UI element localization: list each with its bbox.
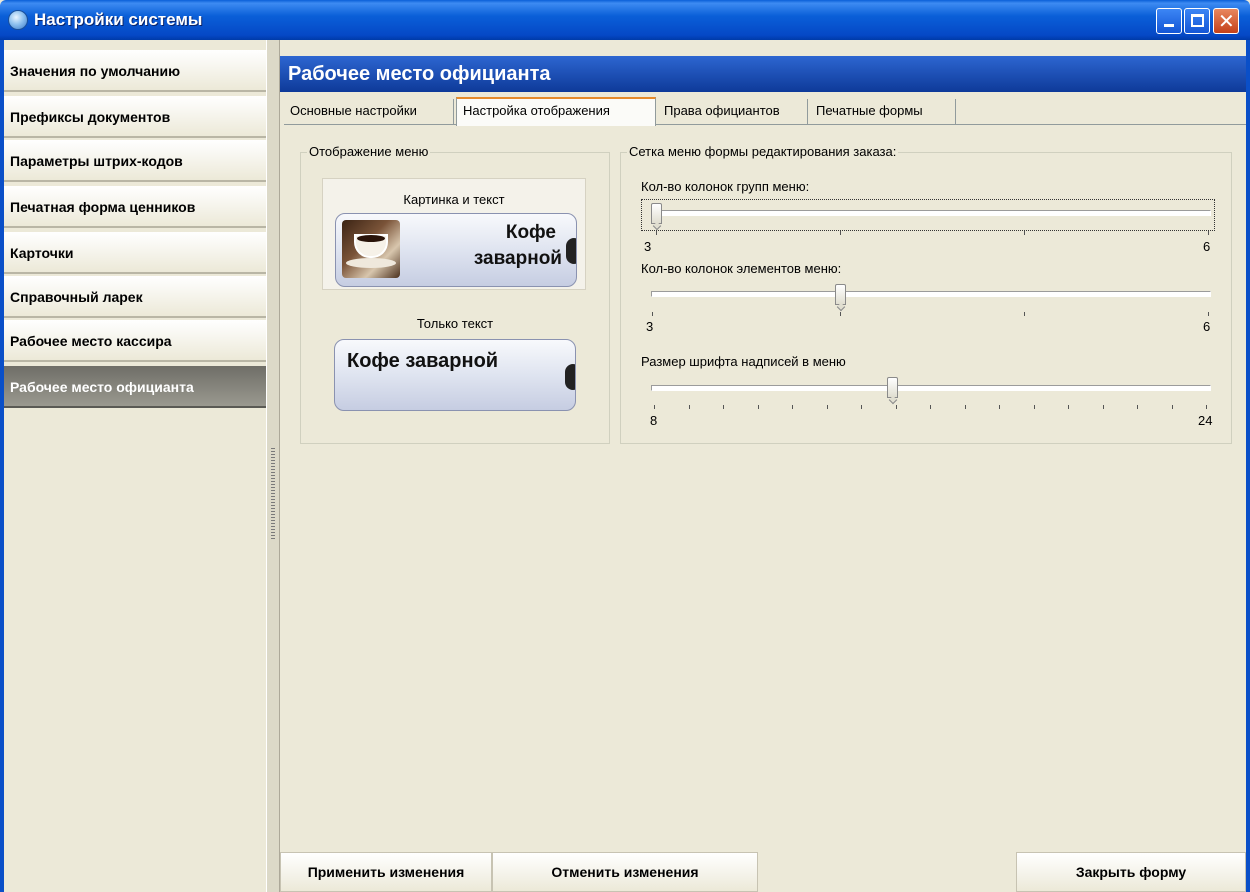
tick (826, 405, 828, 409)
splitter-grip-icon[interactable] (271, 448, 275, 540)
menu-display-group: Отображение меню Картинка и текст Кофе з… (300, 144, 610, 444)
main-panel: Рабочее место официанта Основные настрой… (280, 40, 1246, 892)
tab-general-settings[interactable]: Основные настройки (284, 99, 454, 125)
tick (964, 405, 966, 409)
font-size-min: 8 (650, 413, 658, 428)
tick (999, 405, 1000, 409)
tick (1033, 405, 1035, 409)
button-knob-icon (565, 364, 575, 390)
tick (792, 405, 793, 409)
sidebar-item-cashier-workplace[interactable]: Рабочее место кассира (4, 320, 266, 362)
close-window-button[interactable]: ✕ (1213, 8, 1239, 34)
cancel-changes-button[interactable]: Отменить изменения (492, 852, 758, 892)
tick (652, 312, 653, 316)
sidebar-item-document-prefixes[interactable]: Префиксы документов (4, 96, 266, 138)
text-only-option[interactable]: Кофе заварной (334, 339, 576, 411)
item-columns-track[interactable] (651, 291, 1211, 297)
tick (1024, 312, 1025, 316)
font-size-max: 24 (1198, 413, 1213, 428)
tick (1102, 405, 1104, 409)
tick (840, 231, 841, 235)
tab-bar: Основные настройки Настройка отображения… (284, 97, 1246, 126)
button-knob-icon (566, 238, 576, 264)
window-frame-right (1246, 40, 1250, 892)
tick (1024, 231, 1025, 235)
sidebar-item-info-kiosk[interactable]: Справочный ларек (4, 276, 266, 318)
item-columns-label: Кол-во колонок элементов меню: (641, 261, 842, 276)
tab-print-forms[interactable]: Печатные формы (810, 99, 956, 125)
apply-changes-button[interactable]: Применить изменения (280, 852, 492, 892)
menu-grid-group: Сетка меню формы редактирования заказа: … (620, 144, 1232, 444)
coffee-cup-image (342, 220, 400, 278)
tick (1206, 405, 1207, 409)
item-columns-min: 3 (646, 319, 654, 334)
group-columns-track[interactable] (651, 210, 1211, 216)
tick (757, 405, 759, 409)
picture-and-text-caption: Картинка и текст (403, 192, 505, 207)
tick (1068, 405, 1069, 409)
tick (688, 405, 690, 409)
menu-display-group-title: Отображение меню (307, 144, 431, 159)
group-columns-slider-thumb[interactable] (651, 203, 662, 224)
tab-waiter-rights[interactable]: Права официантов (658, 99, 808, 125)
maximize-button[interactable] (1184, 8, 1210, 34)
group-columns-max: 6 (1203, 239, 1211, 254)
page-title: Рабочее место официанта (280, 56, 1246, 92)
minimize-icon (1164, 24, 1174, 27)
panel-splitter[interactable] (266, 40, 280, 892)
picture-text-preview-button: Кофе заварной (335, 213, 577, 287)
sidebar-item-waiter-workplace[interactable]: Рабочее место официанта (4, 366, 266, 408)
window-titlebar[interactable]: Настройки системы ✕ (0, 0, 1250, 40)
picture-and-text-option[interactable]: Картинка и текст Кофе заварной (322, 178, 586, 290)
menu-grid-group-title: Сетка меню формы редактирования заказа: (627, 144, 899, 159)
tick (1208, 231, 1209, 235)
preview-button-line1: Кофе (505, 222, 556, 243)
sidebar-item-barcode-params[interactable]: Параметры штрих-кодов (4, 140, 266, 182)
item-columns-max: 6 (1203, 319, 1211, 334)
sidebar-item-cards[interactable]: Карточки (4, 232, 266, 274)
text-only-button-label: Кофе заварной (347, 350, 499, 372)
sidebar-item-defaults[interactable]: Значения по умолчанию (4, 50, 266, 92)
tick (1137, 405, 1138, 409)
tab-display-settings[interactable]: Настройка отображения (456, 97, 656, 126)
tick (840, 312, 841, 316)
tick (895, 405, 897, 409)
tick (654, 405, 655, 409)
tick (1171, 405, 1173, 409)
tick (723, 405, 724, 409)
close-form-button[interactable]: Закрыть форму (1016, 852, 1246, 892)
group-columns-label: Кол-во колонок групп меню: (641, 179, 810, 194)
window-title: Настройки системы (34, 10, 203, 29)
tick (1208, 312, 1209, 316)
preview-button-line2: заварной (473, 248, 562, 269)
sidebar: Значения по умолчанию Префиксы документо… (4, 50, 266, 892)
item-columns-slider-thumb[interactable] (835, 284, 846, 305)
close-icon: ✕ (1218, 9, 1235, 33)
sidebar-item-price-tag-form[interactable]: Печатная форма ценников (4, 186, 266, 228)
group-columns-min: 3 (644, 239, 652, 254)
tick (930, 405, 931, 409)
font-size-track[interactable] (651, 385, 1211, 391)
text-only-caption: Только текст (416, 316, 494, 331)
tick (861, 405, 862, 409)
app-globe-icon (8, 10, 28, 30)
maximize-icon (1191, 14, 1204, 27)
minimize-button[interactable] (1156, 8, 1182, 34)
font-size-label: Размер шрифта надписей в меню (641, 354, 846, 369)
font-size-slider-thumb[interactable] (887, 377, 898, 398)
tick (656, 231, 657, 235)
